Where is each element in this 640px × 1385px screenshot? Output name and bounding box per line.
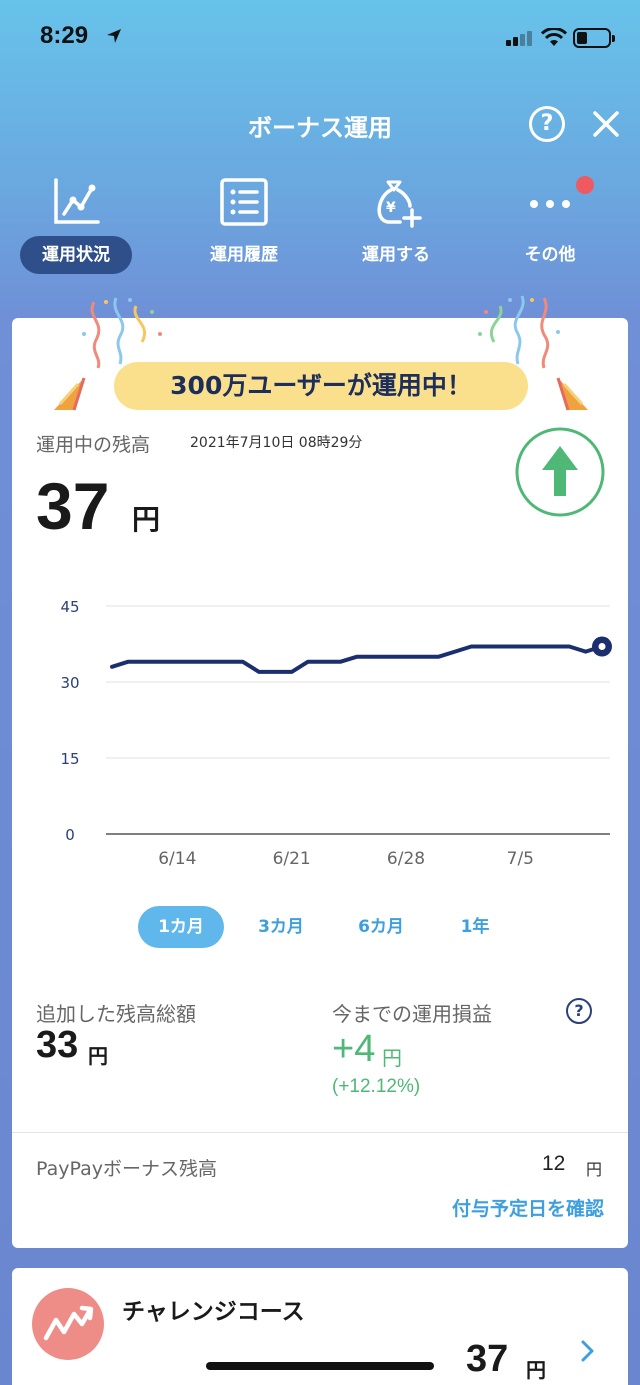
latest-point-center [598, 643, 606, 651]
x-tick-label: 7/5 [507, 849, 534, 869]
y-tick-label: 30 [60, 674, 79, 692]
notification-dot [576, 176, 594, 194]
cellular-signal-icon [506, 31, 532, 46]
more-icon [530, 200, 570, 208]
y-tick-label: 0 [65, 826, 75, 844]
nav-label-status: 運用状況 [20, 236, 132, 274]
status-time: 8:29 [40, 22, 89, 49]
portfolio-card: 300万ユーザーが運用中！ 運用中の残高 2021年7月10日 08時29分 3… [12, 295, 628, 1248]
profit-loss-unit: 円 [382, 1046, 402, 1070]
trend-zigzag-icon [43, 1305, 94, 1341]
balance-timestamp: 2021年7月10日 08時29分 [190, 435, 363, 451]
location-arrow-icon [107, 29, 121, 43]
profit-loss-label: 今までの運用損益 [332, 1002, 492, 1026]
x-tick-label: 6/14 [158, 849, 196, 869]
check-grant-date-link[interactable]: 付与予定日を確認 [452, 1194, 604, 1221]
x-tick-label: 6/28 [387, 849, 425, 869]
battery-icon [573, 28, 615, 48]
list-icon [220, 178, 268, 226]
period-1-month-button[interactable]: 1カ月 [138, 906, 224, 948]
trend-up-icon [515, 427, 605, 517]
line-chart-icon [54, 178, 100, 224]
period-6-months-button[interactable]: 6カ月 [338, 906, 424, 948]
added-total-unit: 円 [88, 1044, 108, 1068]
top-nav: 運用状況 運用履歴 ¥ 運用する その他 [0, 170, 640, 280]
period-1-year-button[interactable]: 1年 [432, 906, 518, 948]
divider [12, 1132, 628, 1133]
balance-line-chart: 0 15 30 45 6/14 6/21 6/28 7/5 [60, 598, 612, 869]
nav-item-status[interactable]: 運用状況 [6, 170, 146, 280]
close-icon[interactable] [590, 108, 622, 140]
chevron-right-icon[interactable] [578, 1338, 598, 1364]
period-3-months-button[interactable]: 3カ月 [238, 906, 324, 948]
profit-loss-value: +4 [332, 1028, 376, 1070]
y-tick-label: 15 [60, 750, 79, 768]
wifi-icon [541, 28, 567, 46]
money-bag-plus-icon: ¥ [377, 180, 422, 228]
balance-unit: 円 [132, 503, 161, 536]
home-indicator [206, 1362, 434, 1370]
nav-label-history: 運用履歴 [210, 245, 278, 265]
status-bar: 8:29 [0, 0, 640, 80]
paypay-bonus-label: PayPayボーナス残高 [36, 1158, 217, 1180]
party-cracker-right-icon [556, 377, 588, 411]
course-name: チャレンジコース [122, 1299, 305, 1325]
profit-help-button[interactable]: ? [566, 998, 592, 1024]
course-icon [32, 1288, 104, 1360]
nav-label-invest: 運用する [362, 245, 430, 265]
course-value: 37 [466, 1338, 509, 1380]
paypay-bonus-unit: 円 [586, 1160, 603, 1179]
svg-text:¥: ¥ [386, 200, 396, 216]
paypay-bonus-value: 12 [542, 1152, 566, 1175]
series-line [110, 644, 604, 674]
x-tick-label: 6/21 [273, 849, 311, 869]
balance-value: 37 [36, 469, 110, 543]
nav-item-history[interactable]: 運用履歴 [174, 170, 314, 280]
nav-item-more[interactable]: その他 [480, 170, 620, 280]
party-cracker-left-icon [54, 377, 86, 411]
profit-loss-percent: (+12.12%) [332, 1076, 421, 1097]
course-unit: 円 [526, 1358, 546, 1382]
users-banner: 300万ユーザーが運用中！ [114, 362, 528, 410]
help-button[interactable]: ? [529, 106, 565, 142]
added-total-value: 33 [36, 1024, 79, 1066]
nav-item-invest[interactable]: ¥ 運用する [326, 170, 466, 280]
balance-label: 運用中の残高 [36, 434, 151, 456]
y-tick-label: 45 [60, 598, 79, 616]
added-total-label: 追加した残高総額 [36, 1002, 196, 1026]
nav-label-more: その他 [524, 245, 576, 265]
